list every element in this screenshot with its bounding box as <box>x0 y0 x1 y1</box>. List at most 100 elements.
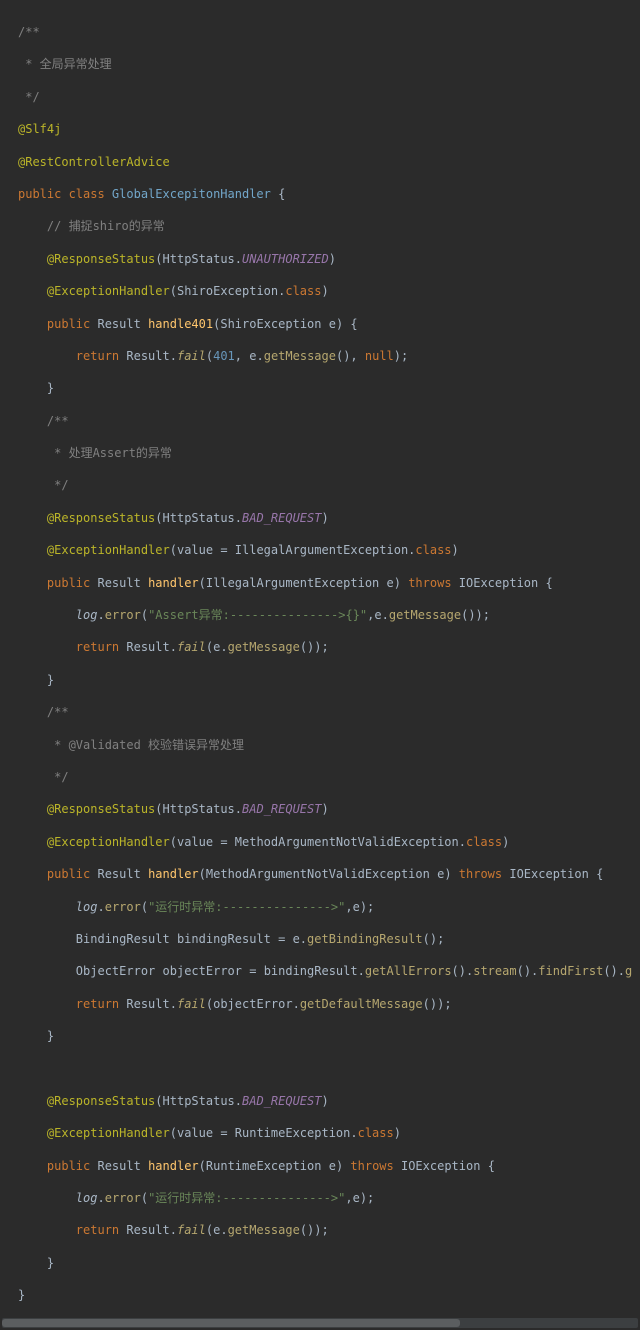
code-token: public <box>47 1159 98 1173</box>
code-line: public Result handle401(ShiroException e… <box>18 308 636 340</box>
code-token: IllegalArgumentException <box>235 543 408 557</box>
code-token <box>18 835 47 849</box>
code-token: @Slf4j <box>18 122 61 136</box>
code-token: . <box>382 608 389 622</box>
code-line: log.error("运行时异常:--------------->",e); <box>18 1182 636 1214</box>
code-token: ( <box>141 608 148 622</box>
code-token: throws <box>459 867 510 881</box>
code-token <box>18 770 54 784</box>
code-line: * @Validated 校验错误异常处理 <box>18 729 636 761</box>
horizontal-scrollbar-thumb[interactable] <box>2 1319 460 1327</box>
code-token: "运行时异常:--------------->" <box>148 900 345 914</box>
code-token: = <box>213 835 235 849</box>
code-token: ) <box>336 1159 350 1173</box>
code-token: . <box>97 608 104 622</box>
code-token: HttpStatus <box>163 1094 235 1108</box>
code-line: } <box>18 664 636 696</box>
code-token: (), <box>336 349 365 363</box>
code-token: Result <box>126 640 169 654</box>
code-token: e <box>387 576 394 590</box>
code-token: handler <box>148 576 199 590</box>
code-token: getAllErrors <box>365 964 452 978</box>
code-token: = <box>271 932 293 946</box>
code-token: e <box>293 932 300 946</box>
code-token: Result <box>97 867 140 881</box>
code-token: value <box>177 835 213 849</box>
code-token <box>18 1159 47 1173</box>
code-token: . <box>220 1223 227 1237</box>
code-token: GlobalExcepitonHandler <box>112 187 271 201</box>
code-token: ( <box>141 1191 148 1205</box>
code-token: } <box>47 1029 54 1043</box>
code-token: e <box>374 608 381 622</box>
code-token <box>18 673 47 687</box>
code-token <box>18 802 47 816</box>
code-token: getMessage <box>228 640 300 654</box>
code-line: } <box>18 1020 636 1052</box>
code-token: ) <box>394 576 408 590</box>
code-token: , <box>345 1191 352 1205</box>
code-token: ( <box>155 511 162 525</box>
code-line: return Result.fail(objectError.getDefaul… <box>18 988 636 1020</box>
code-token: ) <box>502 835 509 849</box>
code-token: throws <box>350 1159 401 1173</box>
code-token <box>18 705 47 719</box>
code-line: */ <box>18 469 636 501</box>
code-token: value <box>177 1126 213 1140</box>
code-token: . <box>235 1094 242 1108</box>
code-token <box>18 349 76 363</box>
code-token: getMessage <box>228 1223 300 1237</box>
code-token <box>18 640 76 654</box>
code-token <box>18 1191 76 1205</box>
code-token: IOException <box>509 867 588 881</box>
code-line: * 处理Assert的异常 <box>18 437 636 469</box>
code-token: error <box>105 608 141 622</box>
code-token <box>18 1029 47 1043</box>
code-token <box>18 219 47 233</box>
code-token: @ResponseStatus <box>47 252 155 266</box>
code-token <box>18 1223 76 1237</box>
code-token: Result <box>97 1159 140 1173</box>
code-line: @ResponseStatus(HttpStatus.UNAUTHORIZED) <box>18 243 636 275</box>
code-token: class <box>415 543 451 557</box>
code-token: @ExceptionHandler <box>47 1126 170 1140</box>
code-editor-view: /** * 全局异常处理 */@Slf4j@RestControllerAdvi… <box>0 0 640 1318</box>
code-token: getMessage <box>389 608 461 622</box>
code-token: ( <box>170 543 177 557</box>
code-token: e <box>353 1191 360 1205</box>
code-token: IllegalArgumentException <box>206 576 379 590</box>
code-token <box>18 284 47 298</box>
code-token: ( <box>155 252 162 266</box>
code-line: public Result handler(MethodArgumentNotV… <box>18 858 636 890</box>
code-token: handler <box>148 1159 199 1173</box>
code-token: ()); <box>461 608 490 622</box>
code-token: (). <box>517 964 539 978</box>
code-token <box>18 1094 47 1108</box>
code-token: BAD_REQUEST <box>242 802 321 816</box>
code-token: ); <box>394 349 408 363</box>
code-line: @RestControllerAdvice <box>18 146 636 178</box>
code-token: ) <box>321 511 328 525</box>
code-token: log <box>76 1191 98 1205</box>
code-token <box>18 1062 25 1076</box>
code-token: . <box>220 640 227 654</box>
code-token: fail <box>177 640 206 654</box>
code-token: ( <box>170 1126 177 1140</box>
code-line: // 捕捉shiro的异常 <box>18 210 636 242</box>
code-line: @Slf4j <box>18 113 636 145</box>
code-token: e <box>329 317 336 331</box>
code-token: handler <box>148 867 199 881</box>
code-token: = <box>213 543 235 557</box>
code-token: = <box>242 964 264 978</box>
code-line: @ExceptionHandler(value = IllegalArgumen… <box>18 534 636 566</box>
code-token: (). <box>603 964 625 978</box>
code-token: * 全局异常处理 <box>18 57 112 71</box>
code-token: ) <box>321 802 328 816</box>
code-token <box>18 608 76 622</box>
code-token: log <box>76 900 98 914</box>
code-token <box>18 478 54 492</box>
code-line: @ResponseStatus(HttpStatus.BAD_REQUEST) <box>18 1085 636 1117</box>
code-token: . <box>300 932 307 946</box>
code-line: public Result handler(RuntimeException e… <box>18 1150 636 1182</box>
horizontal-scrollbar[interactable] <box>2 1318 638 1328</box>
